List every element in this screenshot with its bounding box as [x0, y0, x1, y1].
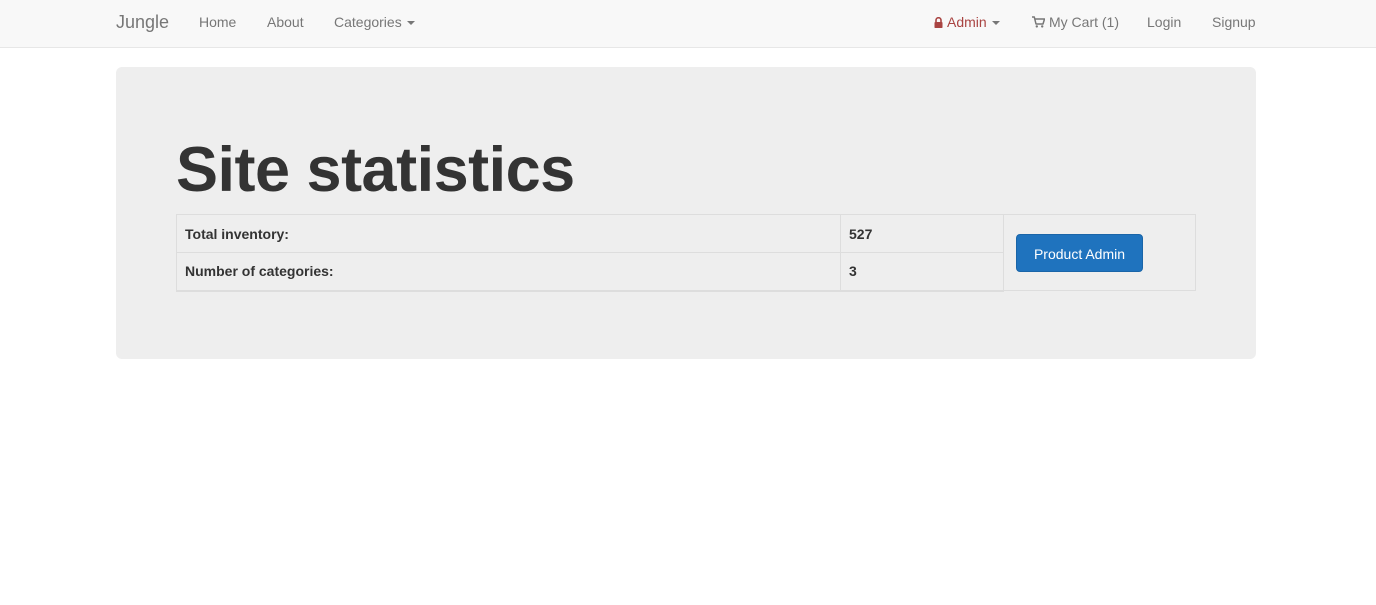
- actions-cell: Product Admin: [1003, 214, 1196, 291]
- product-admin-button[interactable]: Product Admin: [1016, 233, 1143, 272]
- stat-label-total-inventory: Total inventory:: [176, 214, 841, 253]
- stat-value-number-of-categories: 3: [840, 252, 1004, 292]
- top-navbar: Jungle Home About Categories Admin My Ca…: [0, 0, 1376, 48]
- nav-cart-label: My Cart (1): [1049, 14, 1119, 30]
- nav-login-link[interactable]: Login: [1147, 14, 1181, 30]
- nav-categories-label: Categories: [334, 14, 402, 30]
- lock-icon: [934, 17, 943, 28]
- page-title: Site statistics: [176, 135, 575, 205]
- stat-value-total-inventory: 527: [840, 214, 1004, 253]
- nav-admin-dropdown[interactable]: Admin: [934, 14, 1000, 30]
- table-row: Total inventory: 527 Product Admin: [176, 214, 1196, 291]
- nav-about-link[interactable]: About: [267, 14, 304, 30]
- brand-link[interactable]: Jungle: [116, 12, 169, 32]
- nav-signup-link[interactable]: Signup: [1212, 14, 1256, 30]
- nav-admin-label: Admin: [947, 14, 987, 30]
- caret-down-icon: [406, 21, 415, 26]
- stat-label-number-of-categories: Number of categories:: [176, 252, 841, 292]
- nav-cart-link[interactable]: My Cart (1): [1032, 14, 1119, 30]
- stats-jumbotron: Site statistics Total inventory: 527 Pro…: [116, 67, 1256, 359]
- caret-down-icon: [991, 21, 1000, 26]
- nav-home-link[interactable]: Home: [199, 14, 236, 30]
- stats-table: Total inventory: 527 Product Admin Numbe…: [176, 214, 1196, 292]
- nav-categories-dropdown[interactable]: Categories: [334, 14, 415, 30]
- shopping-cart-icon: [1032, 16, 1045, 28]
